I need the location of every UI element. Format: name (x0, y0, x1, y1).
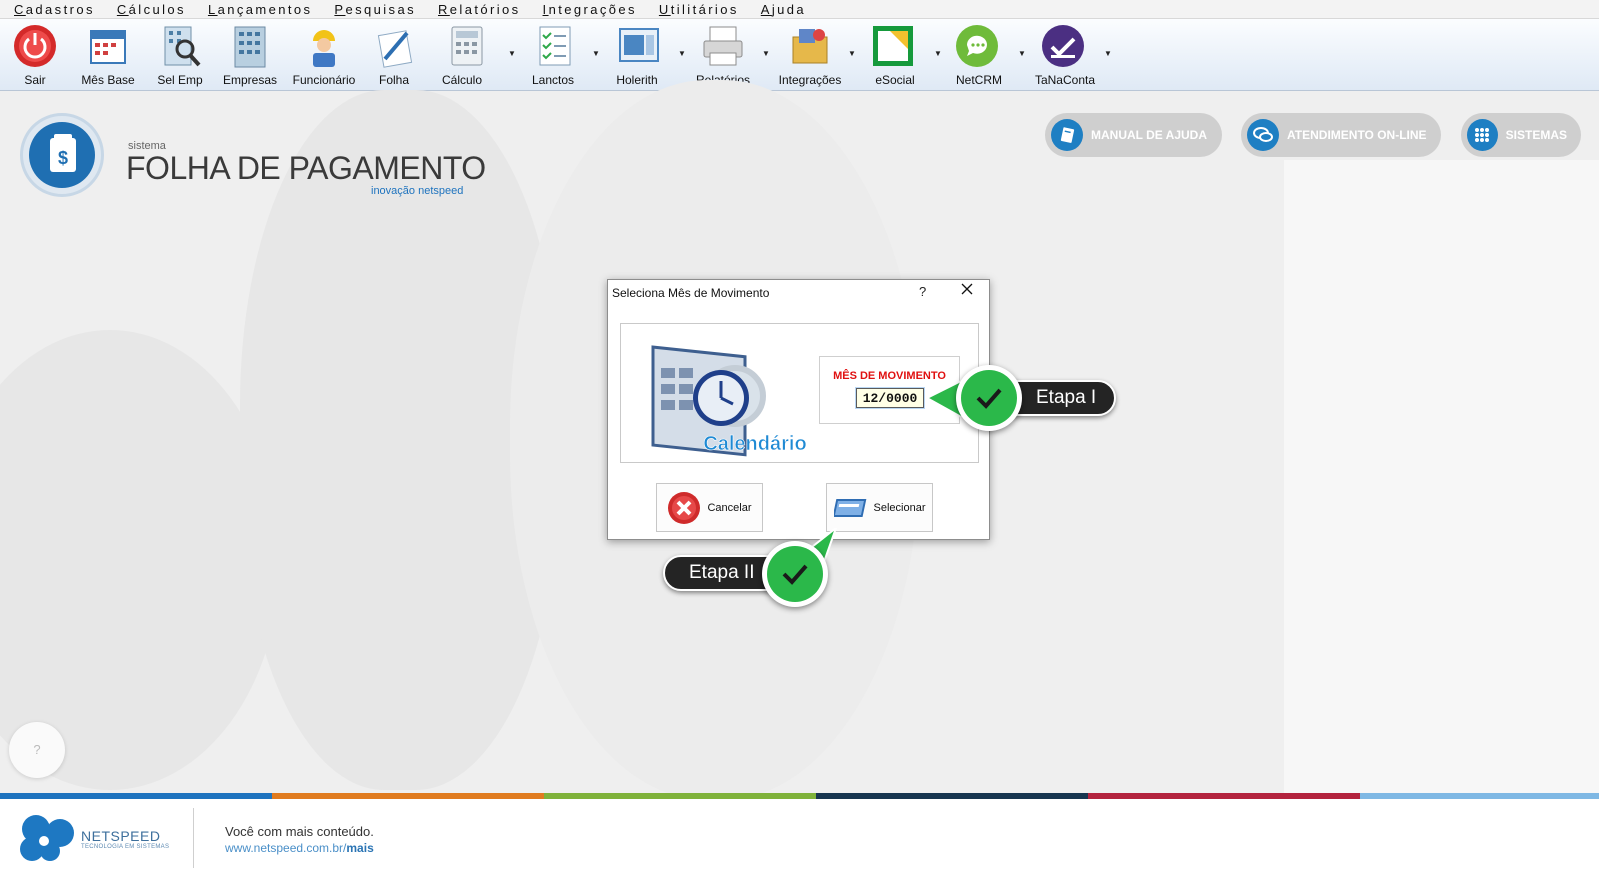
footer-link[interactable]: www.netspeed.com.br/mais (225, 841, 374, 855)
holerith-button[interactable]: Holerith ▼ (606, 19, 686, 91)
esocial-dropdown-icon[interactable]: ▼ (934, 49, 942, 58)
menu-pesquisas[interactable]: Pesquisas (334, 0, 416, 18)
window-icon (619, 28, 659, 62)
footer: NETSPEED TECNOLOGIA EM SISTEMAS Você com… (0, 799, 1599, 871)
esocial-icon (873, 26, 913, 66)
check-icon (956, 365, 1022, 431)
netcrm-dropdown-icon[interactable]: ▼ (1018, 49, 1026, 58)
page-title: FOLHA DE PAGAMENTO (126, 150, 486, 186)
payroll-document-icon: $ (50, 134, 76, 172)
help-icon[interactable]: ? (919, 284, 926, 299)
select-card-icon (833, 498, 866, 517)
integracoes-dropdown-icon[interactable]: ▼ (848, 49, 856, 58)
funcionario-button[interactable]: Funcionário (292, 19, 356, 91)
sair-button[interactable]: Sair (10, 19, 60, 91)
lanctos-dropdown-icon[interactable]: ▼ (592, 49, 600, 58)
paper-pen-icon (377, 30, 413, 68)
footer-text: Você com mais conteúdo. (225, 824, 374, 839)
tanaconta-dropdown-icon[interactable]: ▼ (1104, 49, 1112, 58)
netcrm-button[interactable]: NetCRM ▼ (948, 19, 1026, 91)
worker-icon (313, 30, 335, 67)
footer-divider (193, 808, 194, 868)
building-search-icon (164, 26, 201, 67)
grid-dots-icon (1467, 119, 1498, 151)
manual-de-ajuda-button[interactable]: MANUAL DE AJUDA (1045, 113, 1222, 157)
cancel-button[interactable]: Cancelar (656, 483, 763, 532)
dialog-panel: Calendário MÊS DE MOVIMENTO (620, 323, 979, 463)
netspeed-logo-icon (20, 815, 74, 861)
menu-integracoes[interactable]: Integrações (543, 0, 637, 18)
menu-lancamentos[interactable]: Lançamentos (208, 0, 312, 18)
toolbar: Sair Mês Base Sel Emp Empresas Funcionár… (0, 19, 1599, 91)
integration-icon (792, 29, 828, 64)
background-panel (1284, 160, 1599, 795)
select-button[interactable]: Selecionar (826, 483, 933, 532)
check-icon (762, 541, 828, 607)
svg-text:$: $ (58, 148, 68, 168)
power-icon (14, 25, 56, 67)
close-icon[interactable] (960, 282, 974, 301)
sistemas-button[interactable]: SISTEMAS (1461, 113, 1581, 157)
calendar-clock-icon: Calendário (651, 345, 807, 457)
folha-button[interactable]: Folha (366, 19, 422, 91)
chat-bubbles-icon (1247, 119, 1279, 151)
calculator-icon (451, 26, 483, 66)
menu-utilitarios[interactable]: Utilitários (659, 0, 739, 18)
checklist-icon (539, 26, 571, 66)
help-bubble[interactable]: ? (9, 722, 65, 778)
tanaconta-button[interactable]: TaNaConta ▼ (1030, 19, 1112, 91)
sel-emp-button[interactable]: Sel Emp (152, 19, 208, 91)
calculo-button[interactable]: Cálculo ▼ (438, 19, 516, 91)
menu-cadastros[interactable]: Cadastros (14, 0, 95, 18)
empresas-button[interactable]: Empresas (222, 19, 278, 91)
mes-movimento-input[interactable] (855, 387, 925, 409)
atendimento-online-button[interactable]: ATENDIMENTO ON-LINE (1241, 113, 1441, 157)
menu-relatorios[interactable]: Relatórios (438, 0, 521, 18)
calendar-caption: Calendário (703, 433, 806, 455)
building-icon (234, 26, 266, 68)
mes-base-button[interactable]: Mês Base (80, 19, 136, 91)
esocial-button[interactable]: eSocial ▼ (864, 19, 942, 91)
background-shape (0, 330, 280, 790)
calculo-dropdown-icon[interactable]: ▼ (508, 49, 516, 58)
printer-icon (703, 26, 743, 66)
dialog-title: Seleciona Mês de Movimento (612, 286, 770, 300)
system-logo: $ (20, 113, 104, 197)
footer-tagline: TECNOLOGIA EM SISTEMAS (81, 844, 170, 850)
footer-brand: NETSPEED (81, 828, 161, 844)
chat-icon (956, 25, 998, 67)
brand-subtitle: inovação netspeed (371, 185, 464, 197)
menu-calculos[interactable]: Cálculos (117, 0, 186, 18)
cancel-icon (668, 491, 701, 524)
menu-ajuda[interactable]: Ajuda (761, 0, 806, 18)
holerith-dropdown-icon[interactable]: ▼ (678, 49, 686, 58)
relatorios-dropdown-icon[interactable]: ▼ (762, 49, 770, 58)
tanaconta-icon (1042, 25, 1084, 67)
menu-bar: Cadastros Cálculos Lançamentos Pesquisas… (0, 0, 1599, 19)
lanctos-button[interactable]: Lanctos ▼ (522, 19, 600, 91)
integracoes-button[interactable]: Integrações ▼ (776, 19, 856, 91)
calendar-icon (90, 30, 126, 64)
book-icon (1051, 119, 1083, 151)
